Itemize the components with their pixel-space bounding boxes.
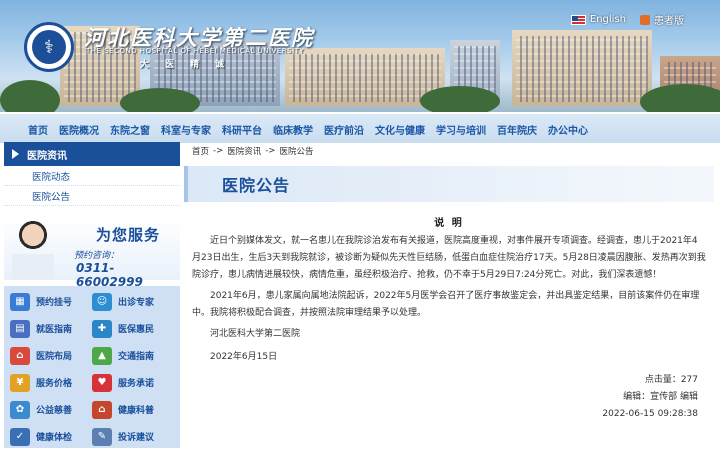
service-title: 为您服务 [96, 226, 161, 244]
sidebar-item-news[interactable]: 医院动态 [4, 166, 180, 186]
breadcrumb-home[interactable]: 首页 [192, 145, 209, 157]
breadcrumb: 首页 -> 医院资讯 -> 医院公告 [184, 142, 714, 160]
service-insurance[interactable]: ✚ 医保惠民 [92, 315, 174, 342]
page-header: 医院公告 [184, 166, 714, 202]
nav-research[interactable]: 科研平台 [222, 122, 262, 137]
editor-info: 编辑：宣传部 编辑 [623, 392, 698, 402]
nav-teaching[interactable]: 临床教学 [273, 122, 313, 137]
nav-culture[interactable]: 文化与健康 [375, 122, 425, 137]
service-checkup[interactable]: ✓ 健康体检 [10, 423, 92, 450]
article-paragraph: 近日个别媒体发文，就一名患儿在我院诊治发布有关报道，医院高度重视，对事件展开专项… [192, 236, 706, 280]
header-banner: ⚕ 河北医科大学第二医院 THE SECOND HOSPITAL OF HEBE… [0, 0, 720, 112]
service-grid: ▦ 预约挂号 ☺ 出诊专家 ▤ 就医指南 ✚ 医保惠民 ⌂ 医院布局 ▲ 交通指南 ¥ 服务价… [4, 286, 180, 448]
nav-east-campus[interactable]: 东院之窗 [110, 122, 150, 137]
article-date: 2022年6月15日 [210, 352, 278, 362]
service-banner[interactable]: 为您服务 预约咨询： 0311-66002999 [4, 218, 180, 289]
triangle-icon [12, 149, 19, 159]
service-layout[interactable]: ⌂ 医院布局 [10, 342, 92, 369]
service-label: 健康体检 [36, 433, 73, 443]
traffic-icon: ▲ [92, 346, 112, 365]
calendar-icon: ▦ [10, 292, 30, 311]
service-label: 预约挂号 [36, 298, 73, 308]
sidebar-item-announcements[interactable]: 医院公告 [4, 186, 180, 206]
service-label: 就医指南 [36, 325, 73, 335]
breadcrumb-separator: -> [213, 146, 224, 156]
service-price[interactable]: ¥ 服务价格 [10, 369, 92, 396]
service-label: 出诊专家 [118, 298, 155, 308]
service-charity[interactable]: ✿ 公益慈善 [10, 396, 92, 423]
article-paragraph: 2021年6月，患儿家属向属地法院起诉，2022年5月医学会召开了医疗事故鉴定会… [192, 291, 700, 318]
main-content: 首页 -> 医院资讯 -> 医院公告 医院公告 说 明 近日个别媒体发文，就一名… [184, 142, 714, 458]
nav-training[interactable]: 学习与培训 [436, 122, 486, 137]
nav-anniversary[interactable]: 百年院庆 [497, 122, 537, 137]
patient-version-label: 患者版 [654, 16, 684, 27]
service-label: 服务承诺 [118, 379, 155, 389]
breadcrumb-news[interactable]: 医院资讯 [227, 145, 261, 157]
motto-char: 大 [140, 60, 150, 70]
price-icon: ¥ [10, 373, 30, 392]
hospital-name-english: THE SECOND HOSPITAL OF HEBEI MEDICAL UNI… [86, 47, 305, 55]
hospital-logo[interactable]: ⚕ [24, 22, 74, 72]
heart-icon: ♥ [92, 373, 112, 392]
motto-char: 诚 [215, 60, 225, 70]
sidebar: 医院资讯 医院动态 医院公告 为您服务 预约咨询： 0311-66002999 … [4, 142, 180, 450]
service-health-science[interactable]: ⌂ 健康科普 [92, 396, 174, 423]
english-link[interactable]: English [570, 14, 626, 25]
publish-timestamp: 2022-06-15 09:28:38 [602, 409, 698, 419]
motto-char: 医 [165, 60, 175, 70]
language-switch: English 患者版 [570, 12, 684, 27]
nav-office[interactable]: 办公中心 [548, 122, 588, 137]
insurance-icon: ✚ [92, 319, 112, 338]
service-subtitle: 预约咨询： [74, 251, 120, 261]
service-label: 交通指南 [118, 352, 155, 362]
service-complaint[interactable]: ✎ 投诉建议 [92, 423, 174, 450]
doctor-icon: ☺ [92, 292, 112, 311]
english-label: English [589, 14, 626, 25]
service-promise[interactable]: ♥ 服务承诺 [92, 369, 174, 396]
service-traffic[interactable]: ▲ 交通指南 [92, 342, 174, 369]
nav-home[interactable]: 首页 [28, 122, 48, 137]
article-organization: 河北医科大学第二医院 [210, 329, 301, 339]
service-label: 医院布局 [36, 352, 73, 362]
breadcrumb-separator: -> [265, 146, 276, 156]
main-nav: 首页 医院概况 东院之窗 科室与专家 科研平台 临床教学 医疗前沿 文化与健康 … [0, 113, 720, 143]
charity-icon: ✿ [10, 400, 30, 419]
hospital-motto: 大 医 精 诚 [140, 57, 224, 70]
nav-overview[interactable]: 医院概况 [59, 122, 99, 137]
nav-departments[interactable]: 科室与专家 [161, 122, 211, 137]
house-icon: ⌂ [92, 400, 112, 419]
service-label: 公益慈善 [36, 406, 73, 416]
sidebar-header: 医院资讯 [4, 142, 180, 166]
customer-service-icon [12, 220, 54, 280]
hit-count: 点击量：277 [644, 375, 698, 385]
breadcrumb-announcements[interactable]: 医院公告 [279, 145, 313, 157]
service-phone: 0311-66002999 [76, 261, 143, 289]
sidebar-section-title: 医院资讯 [27, 150, 67, 162]
service-label: 医保惠民 [118, 325, 155, 335]
service-label: 服务价格 [36, 379, 73, 389]
map-layout-icon: ⌂ [10, 346, 30, 365]
us-flag-icon [570, 14, 586, 25]
service-label: 投诉建议 [118, 433, 155, 443]
service-experts[interactable]: ☺ 出诊专家 [92, 288, 174, 315]
service-guide[interactable]: ▤ 就医指南 [10, 315, 92, 342]
checkup-icon: ✓ [10, 427, 30, 446]
pen-icon: ✎ [92, 427, 112, 446]
service-label: 健康科普 [118, 406, 155, 416]
patient-icon [640, 14, 650, 25]
caduceus-icon: ⚕ [32, 30, 66, 64]
article-title: 说 明 [434, 218, 464, 229]
patient-version-link[interactable]: 患者版 [640, 12, 684, 27]
service-appointment[interactable]: ▦ 预约挂号 [10, 288, 92, 315]
motto-char: 精 [190, 60, 200, 70]
page-title: 医院公告 [222, 176, 291, 195]
guide-book-icon: ▤ [10, 319, 30, 338]
nav-frontier[interactable]: 医疗前沿 [324, 122, 364, 137]
